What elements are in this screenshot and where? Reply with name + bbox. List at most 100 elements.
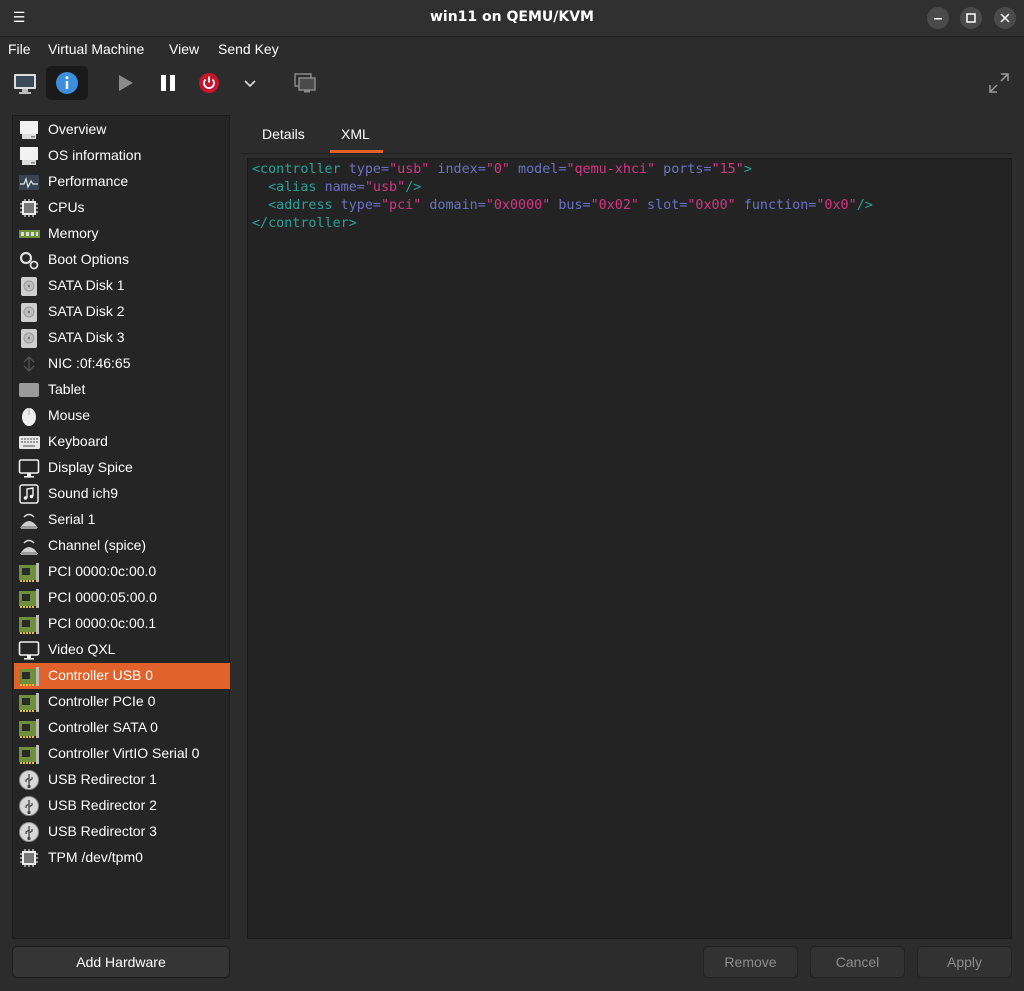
menu-send-key[interactable]: Send Key bbox=[218, 41, 279, 57]
boot-gear-icon bbox=[18, 250, 40, 270]
xml-token: <controller bbox=[252, 162, 349, 177]
pause-button[interactable] bbox=[147, 66, 189, 100]
tpm-chip-icon bbox=[18, 848, 40, 868]
sidebar-item-tpm-dev-tpm0[interactable]: TPM /dev/tpm0 bbox=[14, 845, 230, 871]
sidebar-item-label: USB Redirector 2 bbox=[48, 797, 157, 813]
sidebar-item-label: USB Redirector 3 bbox=[48, 823, 157, 839]
tab-xml[interactable]: XML bbox=[341, 126, 370, 142]
xml-text[interactable]: <controller type="usb" index="0" model="… bbox=[252, 161, 873, 233]
sidebar-item-label: Performance bbox=[48, 173, 129, 189]
remove-button[interactable]: Remove bbox=[703, 946, 798, 978]
sidebar-item-label: SATA Disk 3 bbox=[48, 329, 125, 345]
console-button[interactable] bbox=[4, 66, 46, 100]
usb-icon bbox=[18, 822, 40, 842]
close-button[interactable] bbox=[994, 7, 1016, 29]
sidebar-item-label: NIC :0f:46:65 bbox=[48, 355, 131, 371]
sidebar-item-sound-ich9[interactable]: Sound ich9 bbox=[14, 481, 230, 507]
xml-editor[interactable]: <controller type="usb" index="0" model="… bbox=[247, 158, 1012, 939]
tab-separator bbox=[242, 153, 1012, 154]
tab-details[interactable]: Details bbox=[262, 126, 305, 142]
title-bar: ☰ win11 on QEMU/KVM bbox=[0, 0, 1024, 37]
sidebar-item-tablet[interactable]: Tablet bbox=[14, 377, 230, 403]
run-button[interactable] bbox=[104, 66, 146, 100]
xml-token: slot= bbox=[639, 198, 688, 213]
sidebar-item-controller-usb-0[interactable]: Controller USB 0 bbox=[14, 663, 230, 689]
sidebar-item-serial-1[interactable]: Serial 1 bbox=[14, 507, 230, 533]
xml-token: "pci" bbox=[381, 198, 422, 213]
fullscreen-icon bbox=[989, 73, 1009, 93]
apply-button[interactable]: Apply bbox=[917, 946, 1012, 978]
play-icon bbox=[119, 75, 133, 91]
pci-card-icon bbox=[18, 666, 40, 686]
xml-token: index= bbox=[429, 162, 486, 177]
screenshot-button[interactable] bbox=[284, 66, 326, 100]
pci-card-icon bbox=[18, 692, 40, 712]
sidebar-item-cpus[interactable]: CPUs bbox=[14, 195, 230, 221]
sidebar-item-boot-options[interactable]: Boot Options bbox=[14, 247, 230, 273]
sidebar-item-label: Boot Options bbox=[48, 251, 129, 267]
details-button[interactable] bbox=[46, 66, 88, 100]
shutdown-menu-button[interactable] bbox=[232, 66, 268, 100]
sidebar-item-label: Channel (spice) bbox=[48, 537, 147, 553]
xml-line: </controller> bbox=[252, 215, 873, 233]
disk-icon bbox=[18, 276, 40, 296]
sidebar-item-usb-redirector-3[interactable]: USB Redirector 3 bbox=[14, 819, 230, 845]
sidebar-item-usb-redirector-2[interactable]: USB Redirector 2 bbox=[14, 793, 230, 819]
menu-file[interactable]: File bbox=[8, 41, 31, 57]
console-icon bbox=[14, 74, 36, 94]
menu-virtual-machine[interactable]: Virtual Machine bbox=[48, 41, 144, 57]
minimize-button[interactable] bbox=[927, 7, 949, 29]
sidebar-item-controller-pcie-0[interactable]: Controller PCIe 0 bbox=[14, 689, 230, 715]
sidebar-item-os-information[interactable]: OS information bbox=[14, 143, 230, 169]
sidebar-item-label: Memory bbox=[48, 225, 99, 241]
maximize-button[interactable] bbox=[960, 7, 982, 29]
sidebar-item-performance[interactable]: Performance bbox=[14, 169, 230, 195]
close-icon bbox=[1000, 13, 1010, 23]
sound-icon bbox=[18, 484, 40, 504]
pci-card-icon bbox=[18, 718, 40, 738]
sidebar-item-label: PCI 0000:0c:00.0 bbox=[48, 563, 157, 579]
sidebar-item-sata-disk-3[interactable]: SATA Disk 3 bbox=[14, 325, 230, 351]
sidebar-item-display-spice[interactable]: Display Spice bbox=[14, 455, 230, 481]
sidebar-item-memory[interactable]: Memory bbox=[14, 221, 230, 247]
display-icon bbox=[18, 640, 40, 660]
sidebar-item-mouse[interactable]: Mouse bbox=[14, 403, 230, 429]
performance-icon bbox=[18, 172, 40, 192]
sidebar-item-usb-redirector-1[interactable]: USB Redirector 1 bbox=[14, 767, 230, 793]
xml-token: /> bbox=[856, 198, 873, 213]
menu-view[interactable]: View bbox=[169, 41, 199, 57]
sidebar-item-label: Tablet bbox=[48, 381, 86, 397]
serial-icon bbox=[18, 536, 40, 556]
sidebar-item-overview[interactable]: Overview bbox=[14, 117, 230, 143]
display-icon bbox=[18, 458, 40, 478]
xml-token: domain= bbox=[421, 198, 486, 213]
sidebar-item-sata-disk-1[interactable]: SATA Disk 1 bbox=[14, 273, 230, 299]
sidebar-item-label: CPUs bbox=[48, 199, 85, 215]
screenshot-icon bbox=[294, 73, 316, 93]
sidebar-item-video-qxl[interactable]: Video QXL bbox=[14, 637, 230, 663]
sidebar-item-label: Overview bbox=[48, 121, 107, 137]
sidebar-item-channel-spice[interactable]: Channel (spice) bbox=[14, 533, 230, 559]
serial-icon bbox=[18, 510, 40, 530]
xml-token: </controller> bbox=[252, 216, 357, 231]
add-hardware-button[interactable]: Add Hardware bbox=[12, 946, 230, 978]
cancel-button[interactable]: Cancel bbox=[810, 946, 905, 978]
chevron-down-icon bbox=[244, 80, 256, 88]
sidebar-item-keyboard[interactable]: Keyboard bbox=[14, 429, 230, 455]
sidebar-item-pci-0000-0c-00-1[interactable]: PCI 0000:0c:00.1 bbox=[14, 611, 230, 637]
sidebar-item-controller-virtio-serial-0[interactable]: Controller VirtIO Serial 0 bbox=[14, 741, 230, 767]
sidebar-item-nic-0f-46-65[interactable]: NIC :0f:46:65 bbox=[14, 351, 230, 377]
memory-icon bbox=[18, 224, 40, 244]
sidebar-item-controller-sata-0[interactable]: Controller SATA 0 bbox=[14, 715, 230, 741]
fullscreen-button[interactable] bbox=[978, 66, 1020, 100]
power-icon bbox=[199, 73, 219, 93]
shutdown-button[interactable] bbox=[188, 66, 230, 100]
sidebar-item-pci-0000-05-00-0[interactable]: PCI 0000:05:00.0 bbox=[14, 585, 230, 611]
sidebar-item-label: PCI 0000:05:00.0 bbox=[48, 589, 157, 605]
sidebar-item-sata-disk-2[interactable]: SATA Disk 2 bbox=[14, 299, 230, 325]
pci-card-icon bbox=[18, 562, 40, 582]
sidebar-item-pci-0000-0c-00-0[interactable]: PCI 0000:0c:00.0 bbox=[14, 559, 230, 585]
xml-token: <alias bbox=[252, 180, 325, 195]
maximize-icon bbox=[966, 13, 976, 23]
xml-token: "15" bbox=[711, 162, 744, 177]
